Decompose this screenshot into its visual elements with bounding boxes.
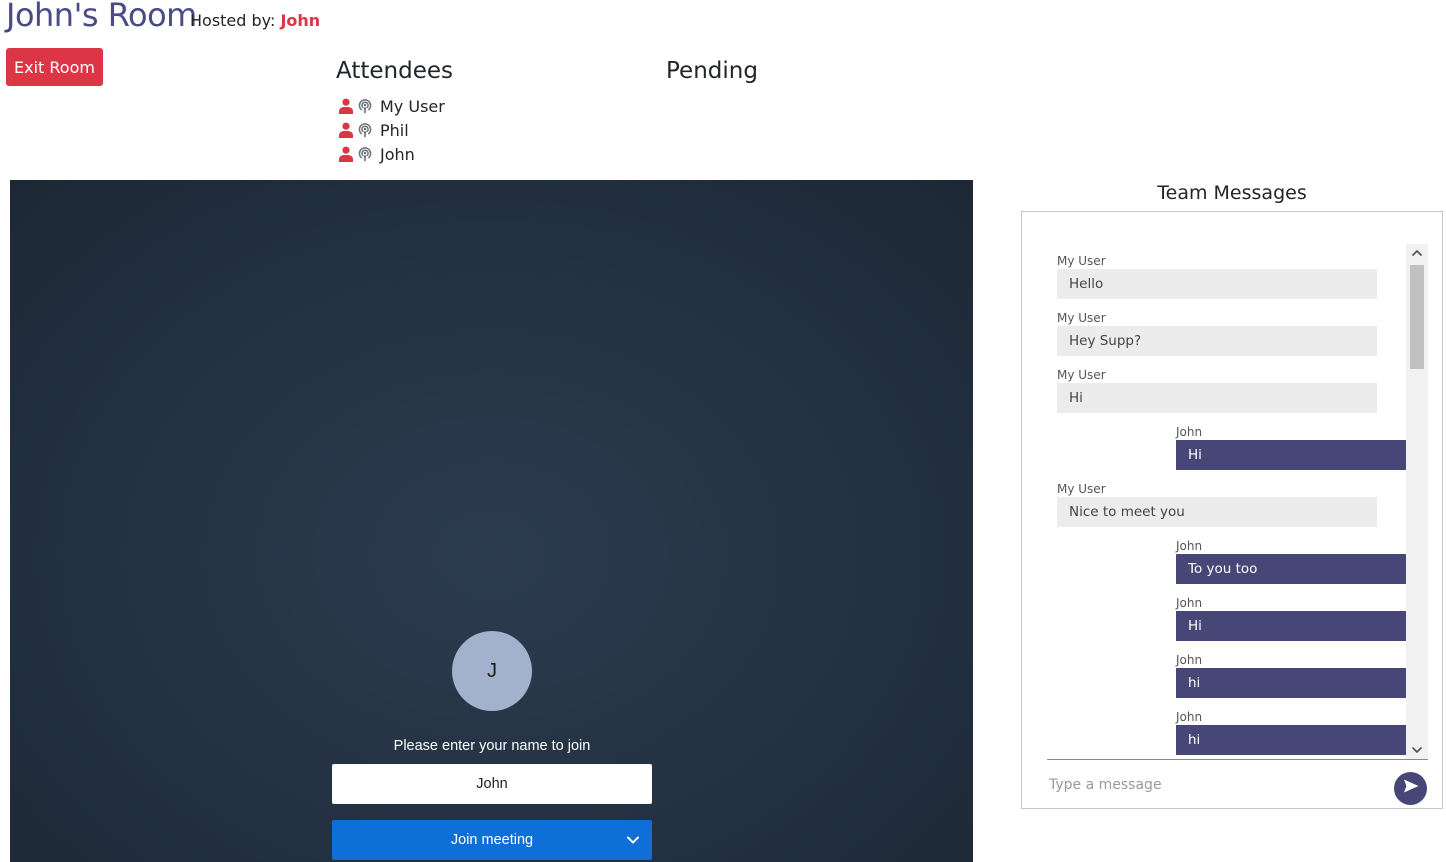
message-bubble: To you too [1176,554,1406,584]
user-icon [338,122,354,138]
chevron-down-icon[interactable] [1406,741,1428,759]
podcast-icon [357,146,373,162]
team-messages-heading: Team Messages [1157,182,1307,204]
chat-message: My User Hi [1057,367,1377,413]
message-bubble: hi [1176,725,1406,755]
message-input[interactable] [1047,772,1387,798]
user-icon [338,98,354,114]
chat-message: John hi [1176,652,1406,698]
send-icon [1402,777,1420,800]
message-bubble: Hey Supp? [1057,326,1377,356]
room-title: John's Room [6,0,197,34]
attendee-name: My User [380,96,445,116]
message-bubble: Nice to meet you [1057,497,1377,527]
message-sender: My User [1057,368,1106,382]
message-sender: John [1176,539,1203,553]
chat-panel: My User Hello My User Hey Supp? My User … [1021,211,1443,809]
attendee-name: John [380,144,415,164]
message-scrollbar[interactable] [1406,244,1428,759]
message-sender: My User [1057,482,1106,496]
avatar: J [452,631,532,711]
message-bubble: Hi [1057,383,1377,413]
message-bubble: Hello [1057,269,1377,299]
send-button[interactable] [1394,772,1427,805]
attendee-item: Phil [338,118,445,142]
message-sender: My User [1057,254,1106,268]
user-icon [338,146,354,162]
chat-message: John Hi [1176,595,1406,641]
chat-message: John hi [1176,709,1406,755]
message-sender: John [1176,653,1203,667]
chat-message: My User Nice to meet you [1057,481,1377,527]
scrollbar-thumb[interactable] [1410,265,1424,369]
chevron-down-icon[interactable] [626,833,640,847]
join-prompt: Please enter your name to join [393,738,591,754]
chat-message: My User Hello [1057,253,1377,299]
pending-heading: Pending [666,58,758,84]
message-sender: My User [1057,311,1106,325]
message-sender: John [1176,710,1203,724]
attendee-list: My User Phil John [338,94,445,166]
podcast-icon [357,98,373,114]
attendee-item: My User [338,94,445,118]
podcast-icon [357,122,373,138]
message-bubble: hi [1176,668,1406,698]
chevron-up-icon[interactable] [1406,244,1428,262]
attendee-name: Phil [380,120,409,140]
message-sender: John [1176,425,1203,439]
message-bubble: Hi [1176,611,1406,641]
compose-divider [1047,759,1428,760]
host-name: John [280,11,321,30]
join-meeting-button[interactable]: Join meeting [332,820,652,860]
join-meeting-label: Join meeting [450,832,534,848]
display-name-input[interactable] [332,764,652,804]
chat-message: John To you too [1176,538,1406,584]
chat-message: My User Hey Supp? [1057,310,1377,356]
message-bubble: Hi [1176,440,1406,470]
attendee-item: John [338,142,445,166]
hosted-by: Hosted by: John [190,11,320,30]
attendees-heading: Attendees [336,58,453,84]
message-sender: John [1176,596,1203,610]
meeting-video-stage: J Please enter your name to join Join me… [10,180,973,862]
hosted-by-label: Hosted by: [190,11,276,30]
exit-room-button[interactable]: Exit Room [6,48,103,86]
chat-message: John Hi [1176,424,1406,470]
message-list[interactable]: My User Hello My User Hey Supp? My User … [1022,212,1442,760]
